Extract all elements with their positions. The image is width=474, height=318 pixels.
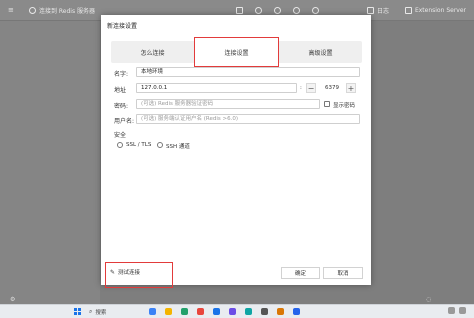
info-icon[interactable] <box>274 6 281 14</box>
app-sidebar <box>0 21 100 304</box>
port-increment-button[interactable]: + <box>346 83 356 93</box>
taskbar-app-2-icon[interactable] <box>165 308 172 315</box>
taskbar-app-7-icon[interactable] <box>245 308 252 315</box>
extension-icon <box>404 6 412 14</box>
twitter-icon[interactable] <box>293 6 300 14</box>
show-password-checkbox[interactable] <box>324 101 330 107</box>
status-icon: ◌ <box>426 296 432 303</box>
help-icon[interactable] <box>255 6 262 14</box>
taskbar-app-9-icon[interactable] <box>277 308 284 315</box>
menu-icon[interactable]: ≡ <box>8 6 15 14</box>
address-label: 地址 <box>114 87 127 94</box>
tray-icon[interactable] <box>448 307 455 314</box>
dialog-title: 新连接设置 <box>107 23 138 30</box>
taskbar: ⌕ 搜索 <box>0 304 474 318</box>
tab-how-to-connect[interactable]: 怎么连接 <box>111 41 194 63</box>
username-field[interactable]: (可选) 服务端认证用户名 (Redis >6.0) <box>136 114 360 124</box>
ok-button[interactable]: 确定 <box>281 267 320 279</box>
taskbar-app-5-icon[interactable] <box>213 308 220 315</box>
ssl-tls-radio[interactable] <box>117 142 123 148</box>
taskbar-app-6-icon[interactable] <box>229 308 236 315</box>
log-icon <box>366 6 374 14</box>
minus-icon: − <box>307 83 315 93</box>
plus-icon: + <box>347 83 355 93</box>
github-icon[interactable] <box>312 6 319 14</box>
test-connection-label: 测试连接 <box>118 270 141 276</box>
show-password-label: 显示密码 <box>333 103 356 109</box>
tray-icon[interactable] <box>459 307 466 314</box>
log-label: 日志 <box>376 7 389 15</box>
address-separator: : <box>300 85 302 91</box>
taskbar-app-8-icon[interactable] <box>261 308 268 315</box>
ssh-tunnel-label: SSH 通道 <box>166 144 190 150</box>
taskbar-app-1-icon[interactable] <box>149 308 156 315</box>
name-field[interactable]: 本地环境 <box>136 67 360 77</box>
connect-server-button[interactable]: 连接到 Redis 服务器 <box>29 6 95 15</box>
test-connection-button[interactable]: ✎ 测试连接 <box>110 268 141 277</box>
plug-icon: ✎ <box>110 268 116 276</box>
port-decrement-button[interactable]: − <box>306 83 316 93</box>
password-label: 密码: <box>114 103 129 110</box>
taskbar-app-3-icon[interactable] <box>181 308 188 315</box>
connect-server-label: 连接到 Redis 服务器 <box>39 7 96 15</box>
host-field[interactable]: 127.0.0.1 <box>136 83 297 93</box>
add-icon <box>29 6 36 14</box>
new-connection-dialog: 新连接设置 怎么连接 连接设置 高级设置 名字: 本地环境 地址 127.0.0… <box>101 15 371 285</box>
system-tray <box>448 307 466 314</box>
extension-server-label: Extension Server <box>414 6 466 14</box>
tab-advanced-settings[interactable]: 高级设置 <box>279 41 362 63</box>
taskbar-app-10-icon[interactable] <box>293 308 300 315</box>
taskbar-search[interactable]: ⌕ 搜索 <box>89 308 129 316</box>
settings-tabs: 怎么连接 连接设置 高级设置 <box>111 37 362 67</box>
search-icon: ⌕ <box>89 307 93 315</box>
ssl-tls-label: SSL / TLS <box>126 142 152 148</box>
log-button[interactable]: 日志 <box>366 6 389 15</box>
sidebar-settings-icon[interactable]: ⚙ <box>10 296 15 303</box>
port-value[interactable]: 6379 <box>325 85 339 91</box>
extension-server-button[interactable]: Extension Server <box>404 6 466 14</box>
taskbar-app-4-icon[interactable] <box>197 308 204 315</box>
name-label: 名字: <box>114 71 129 78</box>
tab-connection-settings[interactable]: 连接设置 <box>194 37 279 67</box>
username-label: 用户名: <box>114 118 135 125</box>
windows-start-icon[interactable] <box>74 308 81 315</box>
password-field[interactable]: (可选) Redis 服务器验证密码 <box>136 99 320 109</box>
toolbar-icon-1[interactable] <box>236 6 243 14</box>
taskbar-search-label: 搜索 <box>95 309 107 316</box>
security-label: 安全 <box>114 132 127 139</box>
cancel-button[interactable]: 取消 <box>323 267 363 279</box>
ssh-tunnel-radio[interactable] <box>157 142 163 148</box>
